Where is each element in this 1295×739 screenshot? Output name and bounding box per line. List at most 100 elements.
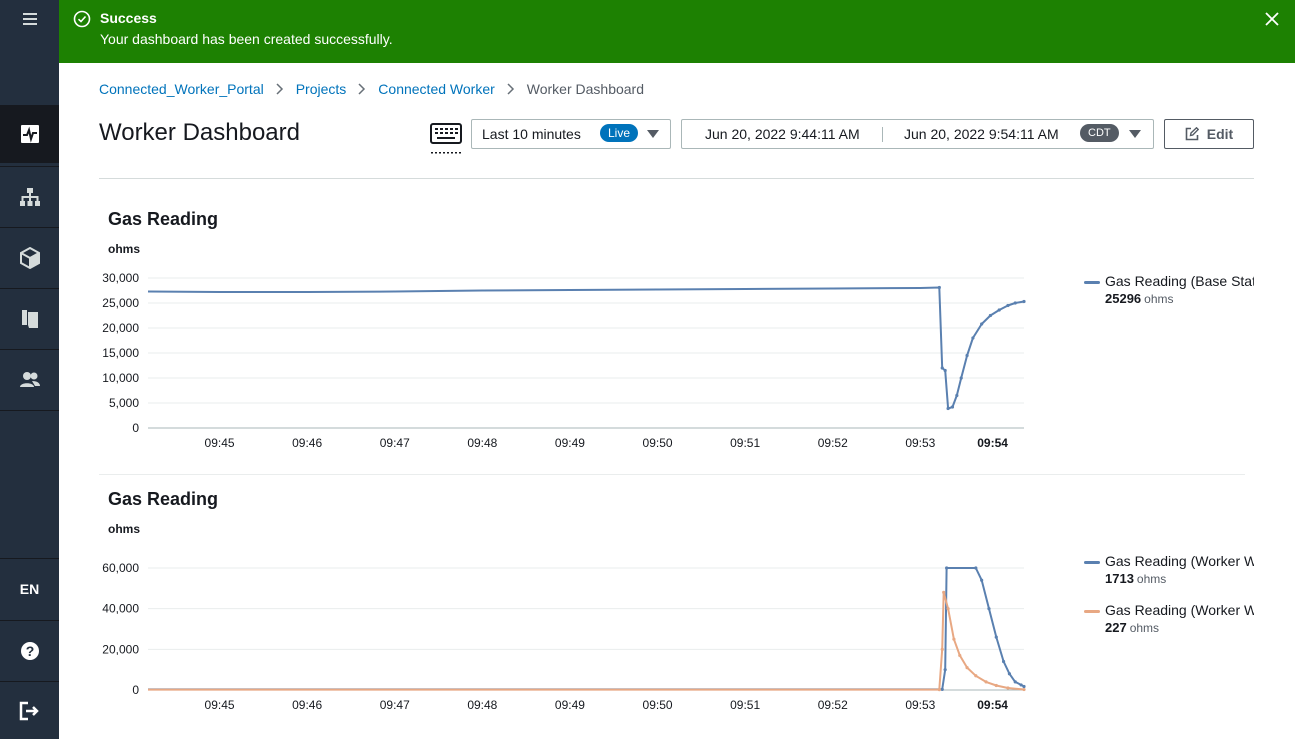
legend-swatch: [1084, 561, 1100, 564]
edit-icon: [1185, 127, 1199, 141]
series-line: [148, 591, 1025, 691]
menu-icon: [22, 13, 37, 25]
help-button[interactable]: ?: [0, 622, 59, 680]
date-range-picker[interactable]: Jun 20, 2022 9:44:11 AM Jun 20, 2022 9:5…: [681, 119, 1154, 149]
edit-button[interactable]: Edit: [1164, 119, 1254, 149]
sidebar-item-users[interactable]: [0, 351, 59, 409]
series-line: [147, 286, 1025, 410]
data-point: [937, 285, 941, 290]
chevron-right-icon: [507, 83, 514, 95]
data-point: [946, 607, 950, 611]
x-tick-label: 09:48: [467, 436, 497, 450]
x-tick-label: 09:51: [730, 436, 760, 450]
dashboard-icon: [20, 125, 39, 143]
x-tick-label: 09:52: [818, 436, 848, 450]
data-point: [940, 647, 944, 651]
y-tick-label: 20,000: [102, 321, 139, 335]
breadcrumb: Connected_Worker_Portal Projects Connect…: [99, 81, 644, 97]
y-tick-label: 30,000: [102, 271, 139, 285]
data-point: [1022, 687, 1026, 692]
sidebar-item-hierarchy[interactable]: [0, 168, 59, 226]
data-point: [942, 590, 946, 595]
legend-series-name: Gas Reading (Worker W: [1105, 602, 1254, 618]
data-point: [1013, 301, 1017, 305]
data-point: [1022, 299, 1026, 304]
legend-series-name: Gas Reading (Worker W: [1105, 553, 1254, 569]
chevron-right-icon: [276, 83, 283, 95]
menu-button[interactable]: [0, 0, 59, 38]
data-point: [1022, 684, 1026, 689]
data-point: [980, 322, 984, 326]
cube-icon: [19, 247, 40, 269]
y-tick-label: 0: [132, 421, 139, 435]
data-point: [1001, 659, 1006, 664]
data-point: [971, 336, 975, 340]
x-tick-label: 09:49: [555, 436, 585, 450]
y-tick-label: 20,000: [102, 642, 139, 656]
y-axis-unit: ohms: [108, 522, 140, 536]
success-flashbar: Success Your dashboard has been created …: [59, 0, 1295, 63]
end-time: Jun 20, 2022 9:54:11 AM: [904, 126, 1059, 142]
keyboard-icon[interactable]: [430, 122, 462, 156]
data-point: [940, 366, 944, 370]
help-icon: ?: [20, 642, 39, 660]
caret-down-icon: [647, 130, 659, 138]
data-point: [952, 637, 956, 641]
x-tick-label: 09:47: [380, 698, 410, 712]
sidebar-item-dashboards[interactable]: [0, 105, 59, 163]
data-point: [1006, 303, 1010, 308]
x-tick-label: 09:49: [555, 698, 585, 712]
breadcrumb-project[interactable]: Connected Worker: [378, 81, 494, 97]
data-point: [950, 405, 955, 409]
legend-series-name: Gas Reading (Base Stati: [1105, 273, 1254, 289]
data-point: [974, 566, 978, 570]
data-point: [984, 680, 988, 684]
x-tick-label: 09:48: [467, 698, 497, 712]
language-selector[interactable]: EN: [0, 560, 59, 618]
edit-label: Edit: [1206, 126, 1234, 142]
x-tick-label: 09:45: [205, 436, 235, 450]
close-icon[interactable]: [1263, 10, 1281, 28]
data-point: [943, 668, 947, 672]
x-tick-label: 09:46: [292, 436, 322, 450]
widget-divider: [99, 474, 1245, 475]
time-range-select[interactable]: Last 10 minutes Live: [471, 119, 671, 149]
timezone-badge: CDT: [1080, 124, 1119, 142]
breadcrumb-portal[interactable]: Connected_Worker_Portal: [99, 81, 264, 97]
x-tick-label: 09:51: [730, 698, 760, 712]
legend-swatch: [1084, 610, 1100, 613]
data-point: [965, 353, 969, 358]
x-tick-label: 09:50: [643, 436, 673, 450]
x-tick-label: 09:53: [905, 436, 935, 450]
language-label: EN: [19, 581, 40, 597]
time-range-label: Last 10 minutes: [482, 126, 581, 142]
x-tick-label: 09:45: [205, 698, 235, 712]
data-point: [965, 666, 969, 670]
x-tick-label: 09:46: [292, 698, 322, 712]
users-icon: [19, 372, 40, 387]
data-point: [940, 687, 944, 691]
data-point: [1007, 672, 1012, 676]
chart-title: Gas Reading: [108, 489, 218, 509]
data-point: [1013, 680, 1017, 684]
charts-canvas: Gas Reading ohms 0 5,000 10,000 15,000 20,000 2…: [102, 209, 1026, 712]
svg-text:?: ?: [25, 643, 34, 659]
series-line: [148, 567, 1025, 691]
data-point: [1006, 686, 1010, 690]
data-point: [937, 687, 941, 692]
y-tick-label: 40,000: [102, 602, 139, 616]
sidebar-item-models[interactable]: [0, 229, 59, 287]
flash-title: Success: [100, 10, 157, 26]
x-tick-label: 09:54: [977, 436, 1008, 450]
book-icon: [21, 310, 38, 328]
y-tick-label: 25,000: [102, 296, 139, 310]
breadcrumb-projects[interactable]: Projects: [296, 81, 347, 97]
sidebar-item-docs[interactable]: [0, 290, 59, 348]
y-axis-unit: ohms: [108, 242, 140, 256]
data-point: [959, 376, 963, 380]
hierarchy-icon: [19, 188, 40, 206]
sign-out-button[interactable]: [0, 683, 59, 739]
data-point: [946, 406, 950, 411]
data-point: [994, 683, 998, 688]
x-tick-label: 09:47: [380, 436, 410, 450]
